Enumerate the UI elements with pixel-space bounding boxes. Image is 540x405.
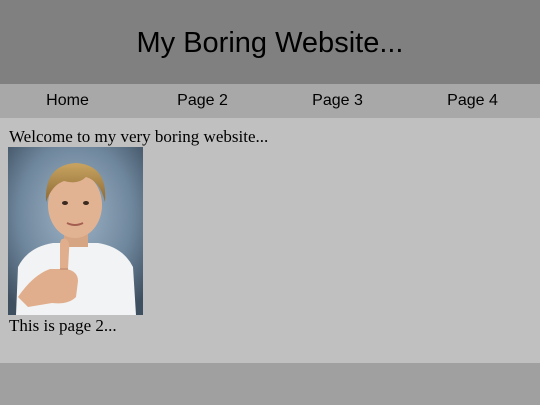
page-note: This is page 2... xyxy=(9,316,117,335)
nav-item-page-3[interactable]: Page 3 xyxy=(270,84,405,118)
main-content: Welcome to my very boring website... Thi… xyxy=(0,118,540,363)
nav-bar: Home Page 2 Page 3 Page 4 xyxy=(0,84,540,118)
photo-illustration xyxy=(8,147,143,315)
site-footer xyxy=(0,363,540,405)
nav-item-home[interactable]: Home xyxy=(0,84,135,118)
boy-thumbs-up-photo xyxy=(8,147,143,315)
site-header: My Boring Website... xyxy=(0,0,540,84)
page: My Boring Website... Home Page 2 Page 3 … xyxy=(0,0,540,405)
nav-item-page-4[interactable]: Page 4 xyxy=(405,84,540,118)
nav-item-page-2[interactable]: Page 2 xyxy=(135,84,270,118)
site-title: My Boring Website... xyxy=(136,26,404,59)
welcome-text: Welcome to my very boring website... xyxy=(9,127,269,146)
